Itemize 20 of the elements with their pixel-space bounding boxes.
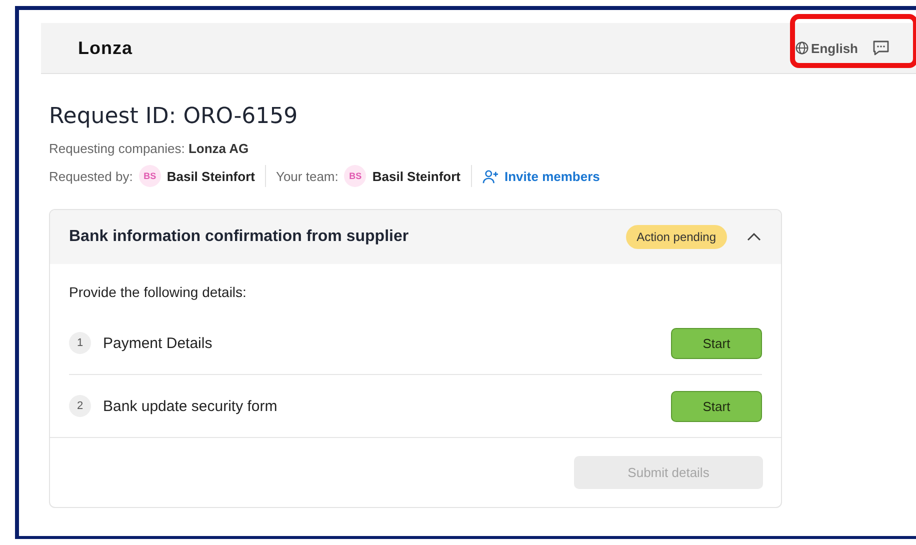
team-label: Your team: [276, 168, 338, 184]
avatar: BS [344, 165, 366, 187]
request-title: Request ID: ORO-6159 [49, 104, 299, 129]
start-button[interactable]: Start [671, 390, 762, 422]
card-title: Bank information confirmation from supplier [69, 228, 410, 246]
step-number: 2 [69, 395, 91, 417]
step-label: Payment Details [103, 334, 214, 352]
start-button[interactable]: Start [671, 328, 762, 358]
companies-text: Requesting companies: Lonza AG [49, 141, 250, 156]
instruction-text: Provide the following details: [69, 284, 248, 300]
person-name: Basil Steinfort [166, 168, 255, 184]
status-badge: Action pending [626, 225, 727, 249]
requested-by-label: Requested by: [49, 168, 133, 184]
step-number: 1 [69, 332, 91, 354]
step-label: Bank update security form [103, 398, 278, 414]
invite-link[interactable]: Invite members [482, 168, 600, 184]
language-button[interactable]: English [795, 40, 858, 56]
person-name: Basil Steinfort [372, 168, 460, 184]
avatar: BS [138, 165, 161, 187]
logo: Lonza [78, 38, 132, 58]
